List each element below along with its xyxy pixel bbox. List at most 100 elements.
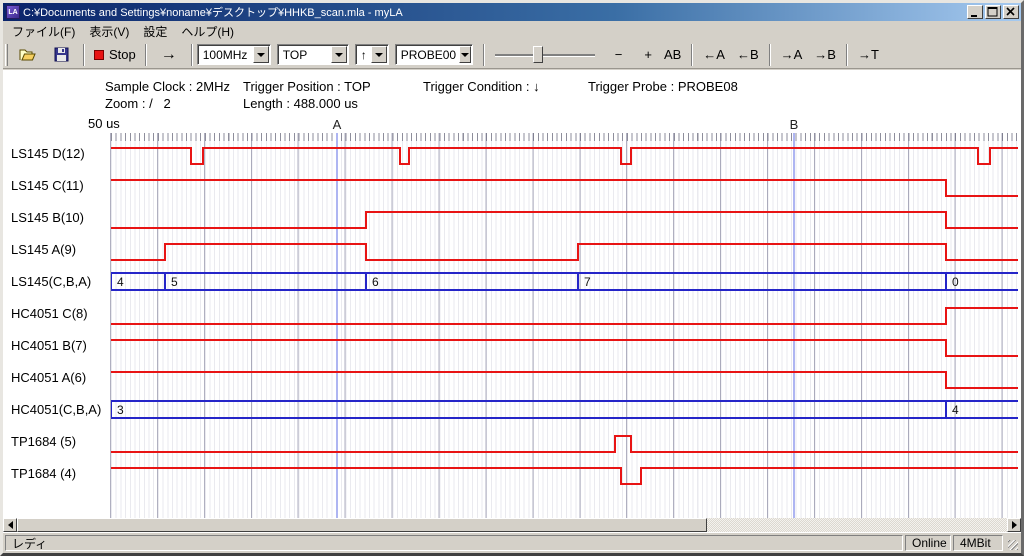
marker-b-label: B — [784, 117, 804, 132]
waveform-trace — [111, 180, 1018, 196]
minimize-icon — [969, 7, 981, 17]
app-icon: LA — [6, 5, 20, 19]
set-marker-b-button[interactable]: →B — [808, 44, 842, 65]
set-marker-a-button[interactable]: →A — [775, 44, 809, 65]
bus-value-label: 7 — [584, 275, 591, 289]
maximize-icon — [987, 7, 999, 17]
open-file-button[interactable] — [11, 45, 45, 65]
trigger-position-value: TOP — [278, 48, 330, 62]
waveform-trace — [111, 340, 1018, 356]
channel-label: LS145 C(11) — [11, 178, 84, 193]
channel-label: LS145 B(10) — [11, 210, 84, 225]
scroll-left-button[interactable] — [3, 518, 17, 532]
toolbar-separator — [191, 44, 193, 66]
toolbar-separator — [691, 44, 693, 66]
bus-value-label: 0 — [952, 275, 959, 289]
scrollbar-thumb[interactable] — [17, 518, 707, 532]
goto-marker-a-button[interactable]: ←A — [697, 44, 731, 65]
close-icon — [1005, 7, 1017, 17]
waveform-trace — [111, 244, 1018, 260]
waveform-trace — [111, 436, 1018, 452]
save-button[interactable] — [45, 45, 79, 65]
title-bar: LA C:¥Documents and Settings¥noname¥デスクト… — [3, 3, 1021, 21]
status-bar: レディ Online 4MBit — [3, 532, 1021, 553]
waveform-trace — [111, 212, 1018, 228]
chevron-down-icon[interactable] — [371, 46, 387, 63]
menu-help[interactable]: ヘルプ(H) — [174, 21, 241, 42]
zoom-info: Zoom : / 2 — [105, 96, 171, 111]
menu-view[interactable]: 表示(V) — [82, 21, 136, 42]
stop-label: Stop — [109, 47, 136, 62]
length-info: Length : 488.000 us — [243, 96, 358, 111]
app-window: LA C:¥Documents and Settings¥noname¥デスクト… — [0, 0, 1024, 556]
sample-clock-value: 100MHz — [198, 48, 252, 62]
chevron-down-icon[interactable] — [459, 46, 471, 63]
waveform-plot: 4567034 — [111, 133, 1018, 518]
bus-value-label: 4 — [117, 275, 124, 289]
trigger-edge-select[interactable]: ↑ — [355, 44, 389, 65]
trigger-edge-value: ↑ — [356, 48, 370, 62]
channel-label: TP1684 (4) — [11, 466, 76, 481]
resize-grip[interactable] — [1005, 535, 1019, 551]
minimize-button[interactable] — [967, 5, 983, 19]
trigger-probe-info: Trigger Probe : PROBE08 — [588, 79, 738, 94]
menu-settings[interactable]: 設定 — [136, 21, 174, 42]
toolbar: Stop → 100MHz TOP ↑ PROBE00 − + AB ←A — [3, 41, 1021, 69]
zoom-slider-thumb[interactable] — [533, 46, 543, 63]
toolbar-grip[interactable] — [5, 44, 8, 66]
waveform-client-area: Sample Clock : 2MHz Zoom : / 2 Trigger P… — [3, 70, 1021, 518]
toolbar-separator — [145, 44, 147, 66]
window-title: C:¥Documents and Settings¥noname¥デスクトップ¥… — [23, 4, 965, 20]
goto-marker-b-button[interactable]: ←B — [731, 44, 765, 65]
bus-value-label: 6 — [372, 275, 379, 289]
trigger-probe-select[interactable]: PROBE00 — [395, 44, 473, 65]
status-ready-text: レディ — [12, 535, 47, 552]
status-message: レディ — [5, 535, 903, 551]
open-folder-icon — [19, 47, 37, 63]
trigger-position-select[interactable]: TOP — [277, 44, 349, 65]
bus-value-label: 4 — [952, 403, 959, 417]
sample-clock-select[interactable]: 100MHz — [197, 44, 271, 65]
zoom-out-button[interactable]: − — [609, 44, 629, 65]
waveform-trace — [111, 372, 1018, 388]
channel-label: LS145(C,B,A) — [11, 274, 91, 289]
goto-trigger-button[interactable]: →T — [852, 44, 885, 65]
channel-label: HC4051 C(8) — [11, 306, 88, 321]
toolbar-separator — [83, 44, 85, 66]
zoom-slider-track[interactable] — [495, 54, 595, 57]
zoom-in-button[interactable]: + — [638, 44, 658, 65]
stop-button[interactable]: Stop — [89, 45, 141, 64]
zoom-ab-button[interactable]: AB — [658, 44, 687, 65]
chevron-down-icon[interactable] — [331, 46, 347, 63]
zoom-slider[interactable] — [495, 45, 595, 65]
bus-value-label: 3 — [117, 403, 124, 417]
channel-label: HC4051 A(6) — [11, 370, 86, 385]
single-run-button[interactable]: → — [151, 46, 187, 64]
close-button[interactable] — [1003, 5, 1019, 19]
stop-icon — [94, 50, 104, 60]
trigger-condition-info: Trigger Condition : ↓ — [423, 79, 540, 94]
channel-label: HC4051 B(7) — [11, 338, 87, 353]
channel-label: HC4051(C,B,A) — [11, 402, 101, 417]
channel-label: LS145 A(9) — [11, 242, 76, 257]
horizontal-scrollbar[interactable] — [3, 518, 1021, 532]
status-online: Online — [905, 535, 951, 551]
time-division-label: 50 us — [88, 116, 120, 131]
waveform-trace — [111, 468, 1018, 484]
toolbar-separator — [769, 44, 771, 66]
status-online-text: Online — [912, 536, 947, 550]
arrow-left-icon — [4, 521, 13, 529]
status-memory-text: 4MBit — [960, 536, 991, 550]
trigger-position-info: Trigger Position : TOP — [243, 79, 371, 94]
menu-file[interactable]: ファイル(F) — [5, 21, 82, 42]
toolbar-separator — [846, 44, 848, 66]
chevron-down-icon[interactable] — [253, 46, 269, 63]
channel-label: LS145 D(12) — [11, 146, 85, 161]
maximize-button[interactable] — [985, 5, 1001, 19]
toolbar-separator — [483, 44, 485, 66]
menu-bar: ファイル(F) 表示(V) 設定 ヘルプ(H) — [3, 21, 1021, 41]
waveform-trace — [111, 308, 1018, 324]
sample-clock-info: Sample Clock : 2MHz — [105, 79, 230, 94]
arrow-right-icon — [1012, 521, 1021, 529]
scroll-right-button[interactable] — [1007, 518, 1021, 532]
